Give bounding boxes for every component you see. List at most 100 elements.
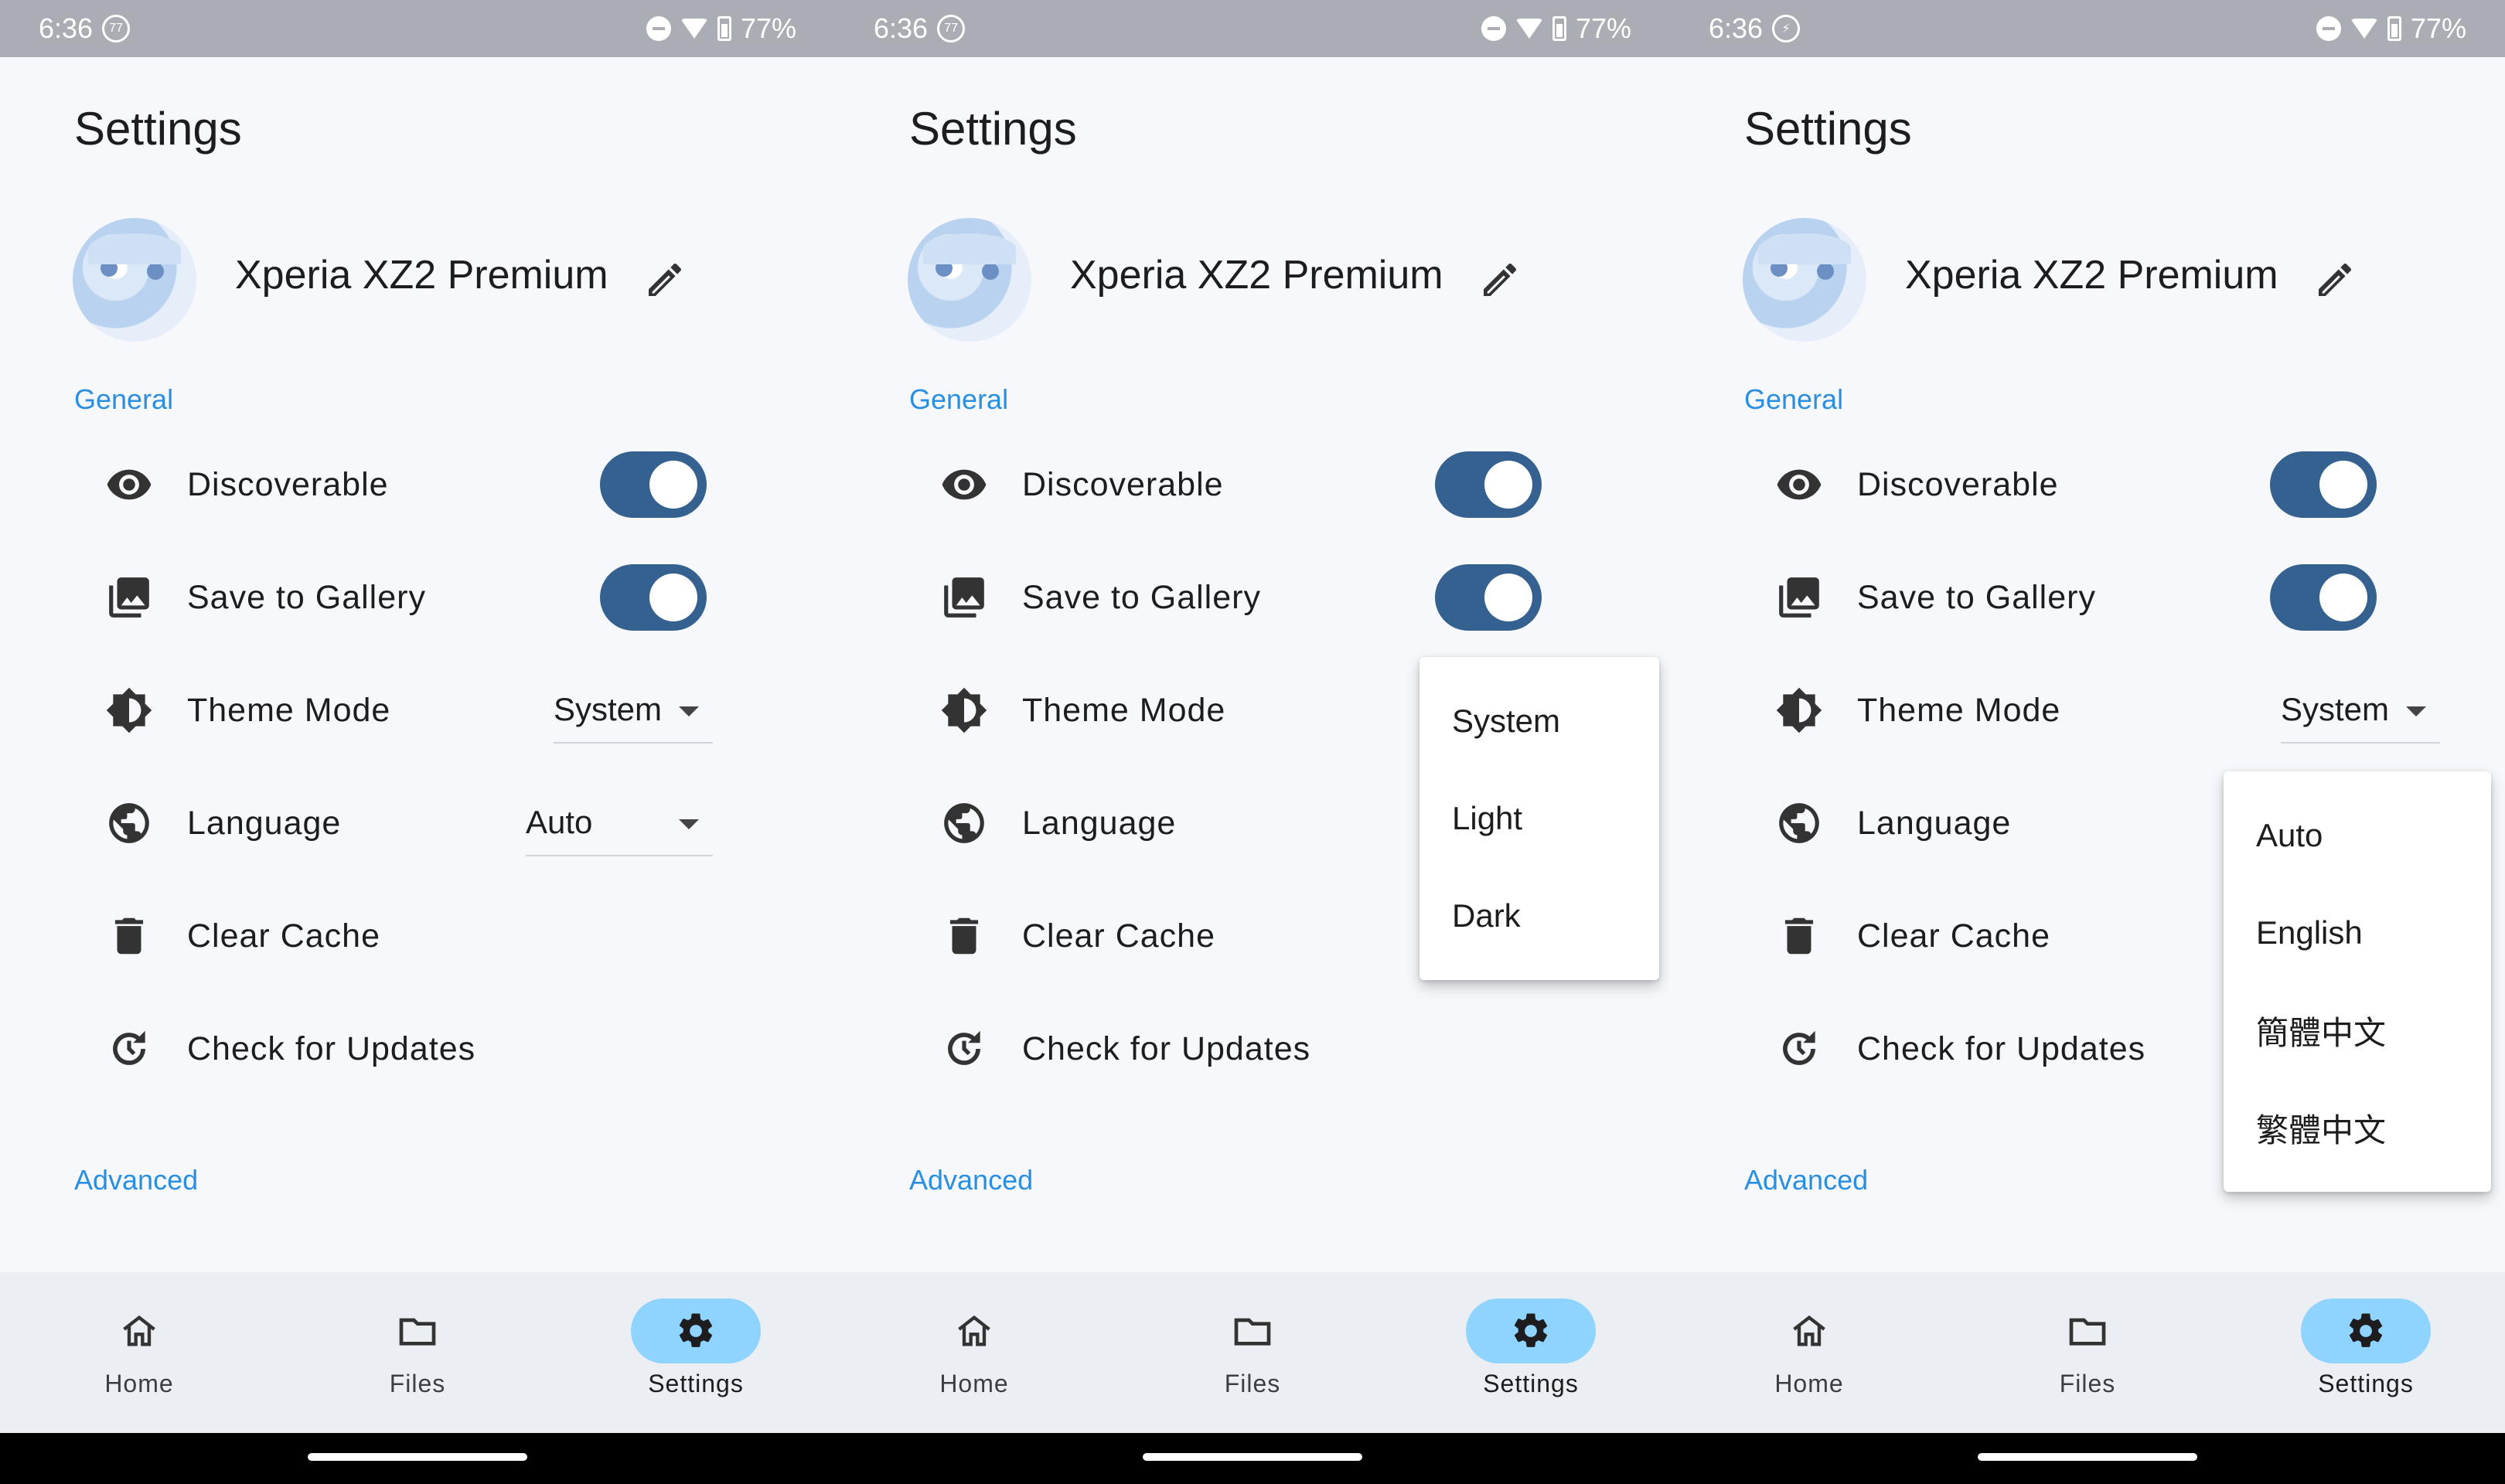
dropdown-value: System <box>2281 691 2390 727</box>
nav-home[interactable]: Home <box>1732 1298 1886 1414</box>
avatar[interactable] <box>73 218 196 342</box>
menu-item-system[interactable]: System <box>1420 672 1659 770</box>
menu-item-english[interactable]: English <box>2224 884 2491 982</box>
status-bar: 6:36 ⚡ 77% <box>1670 0 2505 57</box>
discoverable-toggle[interactable] <box>600 451 707 518</box>
globe-icon <box>105 799 153 847</box>
setting-check-updates[interactable]: Check for Updates <box>835 1006 1670 1091</box>
nav-pill-active <box>631 1298 761 1363</box>
menu-item-auto[interactable]: Auto <box>2224 787 2491 884</box>
theme-mode-dropdown[interactable]: System <box>2281 677 2440 744</box>
setting-save-gallery[interactable]: Save to Gallery <box>835 555 1670 640</box>
gesture-area <box>0 1433 835 1484</box>
setting-label: Discoverable <box>1857 465 2059 503</box>
device-name: Xperia XZ2 Premium <box>1070 253 1443 298</box>
nav-home[interactable]: Home <box>62 1298 216 1414</box>
edit-icon[interactable] <box>643 258 687 301</box>
nav-home[interactable]: Home <box>897 1298 1051 1414</box>
setting-label: Save to Gallery <box>1022 578 1261 616</box>
menu-item-traditional-chinese[interactable]: 繁體中文 <box>2224 1079 2491 1176</box>
setting-language[interactable]: Language Auto <box>0 781 835 866</box>
setting-theme-mode[interactable]: Theme Mode System <box>0 668 835 753</box>
gesture-handle[interactable] <box>1143 1453 1362 1461</box>
battery-icon <box>2387 16 2401 41</box>
setting-discoverable[interactable]: Discoverable <box>835 442 1670 527</box>
setting-label: Discoverable <box>187 465 389 503</box>
setting-label: Check for Updates <box>187 1030 476 1067</box>
discoverable-toggle[interactable] <box>2270 451 2377 518</box>
caret-down-icon <box>679 706 699 716</box>
brightness-icon <box>105 686 153 734</box>
wifi-icon <box>2350 19 2378 39</box>
battery-percent: 77% <box>740 12 796 44</box>
update-icon <box>1775 1025 1823 1073</box>
avatar[interactable] <box>1743 218 1866 342</box>
menu-item-dark[interactable]: Dark <box>1420 867 1659 965</box>
setting-label: Theme Mode <box>187 691 391 729</box>
nav-label: Settings <box>1483 1370 1579 1397</box>
page-title: Settings <box>1744 103 1912 155</box>
section-advanced: Advanced <box>909 1164 1034 1196</box>
setting-check-updates[interactable]: Check for Updates <box>0 1006 835 1091</box>
notification-count-icon: 77 <box>102 15 131 43</box>
setting-discoverable[interactable]: Discoverable <box>1670 442 2505 527</box>
gesture-handle[interactable] <box>1978 1453 2197 1461</box>
nav-settings[interactable]: Settings <box>619 1298 773 1414</box>
discoverable-toggle[interactable] <box>1435 451 1542 518</box>
theme-mode-dropdown[interactable]: System <box>554 677 713 744</box>
avatar[interactable] <box>908 218 1031 342</box>
setting-label: Clear Cache <box>1857 917 2050 955</box>
home-icon <box>123 1315 155 1346</box>
setting-save-gallery[interactable]: Save to Gallery <box>1670 555 2505 640</box>
menu-item-simplified-chinese[interactable]: 簡體中文 <box>2224 982 2491 1079</box>
gesture-area <box>835 1433 1670 1484</box>
setting-label: Clear Cache <box>1022 917 1215 955</box>
gesture-handle[interactable] <box>308 1453 527 1461</box>
section-general: General <box>1744 383 1844 415</box>
setting-save-gallery[interactable]: Save to Gallery <box>0 555 835 640</box>
setting-theme-mode[interactable]: Theme Mode System <box>1670 668 2505 753</box>
nav-label: Home <box>939 1370 1009 1397</box>
battery-percent: 77% <box>2410 12 2466 44</box>
status-bar: 6:36 77 77% <box>0 0 835 57</box>
nav-files[interactable]: Files <box>340 1298 495 1414</box>
setting-label: Language <box>187 804 342 842</box>
setting-clear-cache[interactable]: Clear Cache <box>0 893 835 979</box>
status-time: 6:36 <box>39 12 94 44</box>
nav-settings[interactable]: Settings <box>1454 1298 1608 1414</box>
nav-files[interactable]: Files <box>1175 1298 1330 1414</box>
phone-screen-1: 6:36 77 77% Settings Xperia XZ2 Premium … <box>0 0 835 1484</box>
trash-icon <box>940 912 988 960</box>
edit-icon[interactable] <box>2313 258 2357 301</box>
gear-icon <box>679 1313 713 1347</box>
nav-label: Files <box>1224 1370 1281 1397</box>
menu-item-light[interactable]: Light <box>1420 770 1659 867</box>
toggle-knob <box>1484 461 1532 509</box>
setting-label: Theme Mode <box>1857 691 2061 729</box>
section-general: General <box>909 383 1009 415</box>
trash-icon <box>105 912 153 960</box>
phone-screen-3: 6:36 ⚡ 77% Settings Xperia XZ2 Premium G… <box>1670 0 2505 1484</box>
folder-icon <box>1234 1318 1271 1346</box>
setting-label: Save to Gallery <box>1857 578 2096 616</box>
edit-icon[interactable] <box>1478 258 1522 301</box>
update-icon <box>940 1025 988 1073</box>
language-dropdown[interactable]: Auto <box>526 790 713 856</box>
nav-files[interactable]: Files <box>2010 1298 2165 1414</box>
setting-discoverable[interactable]: Discoverable <box>0 442 835 527</box>
nav-pill <box>74 1298 204 1363</box>
folder-icon <box>399 1318 436 1346</box>
device-name: Xperia XZ2 Premium <box>1905 253 2278 298</box>
dropdown-value: Auto <box>526 804 593 840</box>
setting-label: Language <box>1022 804 1177 842</box>
trash-icon <box>1775 912 1823 960</box>
save-gallery-toggle[interactable] <box>2270 564 2377 631</box>
nav-settings[interactable]: Settings <box>2289 1298 2443 1414</box>
status-bar: 6:36 77 77% <box>835 0 1670 57</box>
section-advanced: Advanced <box>1744 1164 1869 1196</box>
save-gallery-toggle[interactable] <box>600 564 707 631</box>
save-gallery-toggle[interactable] <box>1435 564 1542 631</box>
notification-count-icon: 77 <box>937 15 966 43</box>
toggle-knob <box>649 574 697 621</box>
folder-icon <box>2069 1318 2106 1346</box>
